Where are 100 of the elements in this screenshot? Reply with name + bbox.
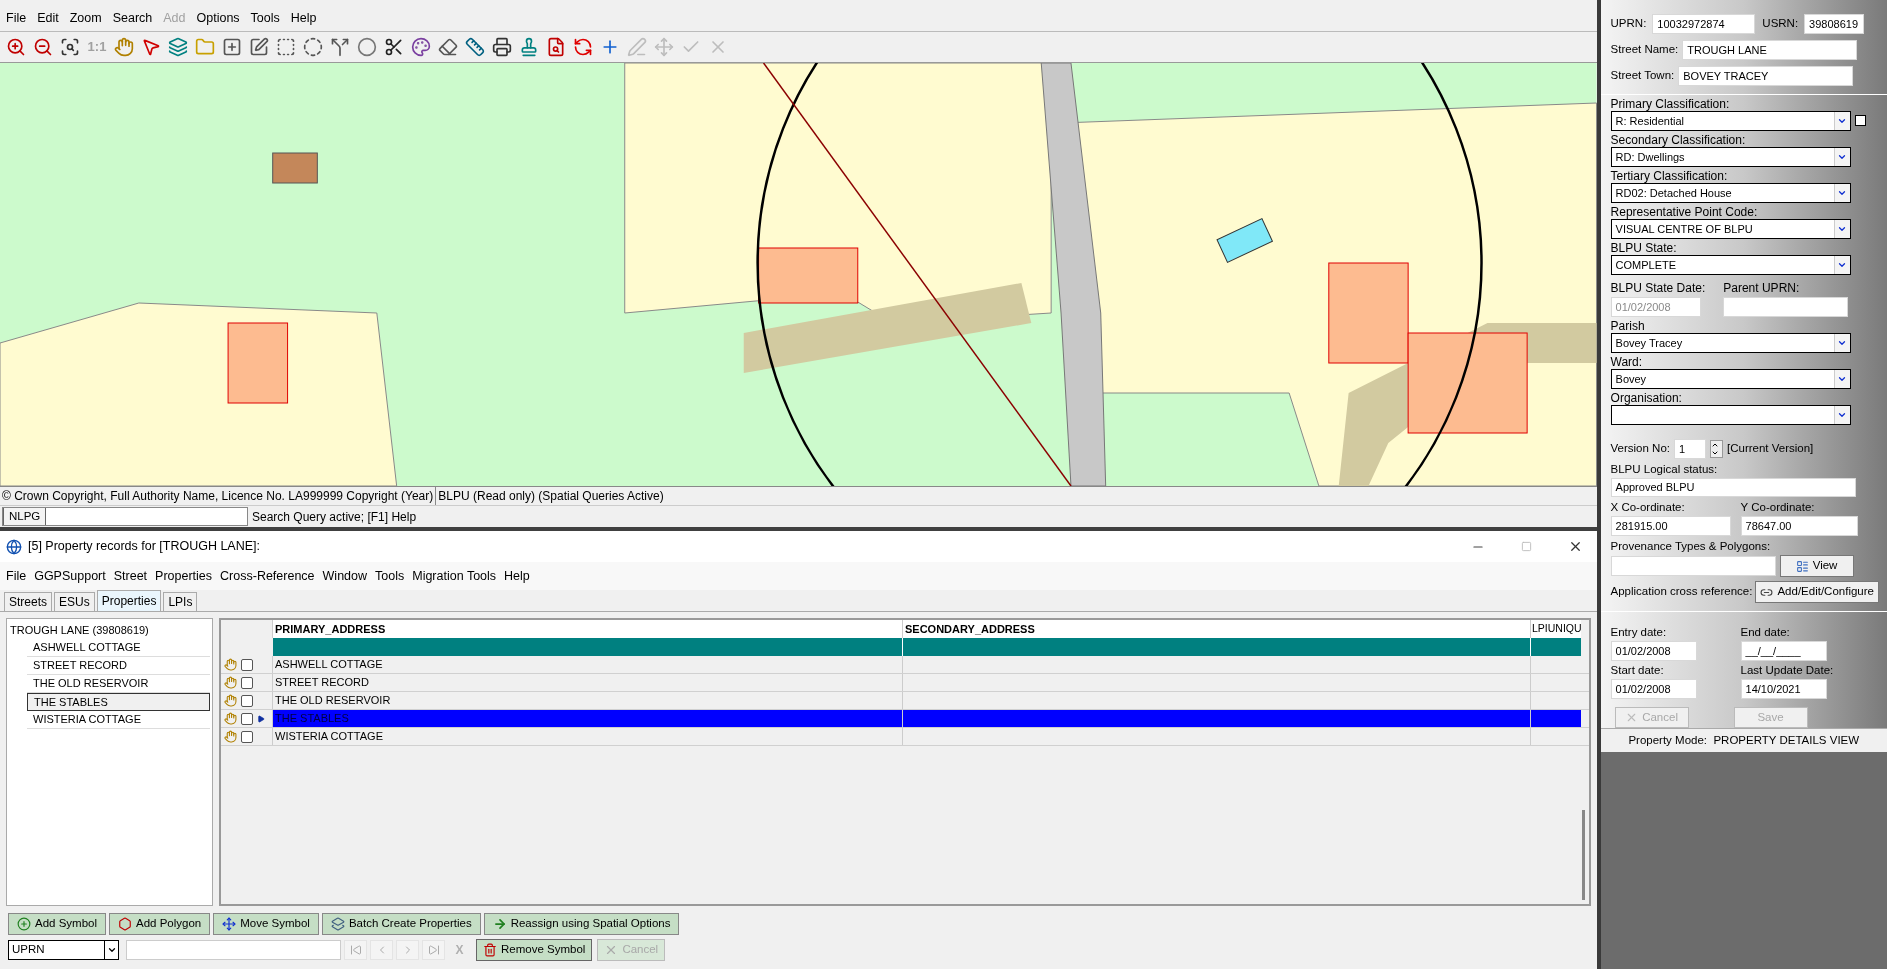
menu-item[interactable]: GGPSupport — [34, 566, 106, 586]
action-button[interactable]: Move Symbol — [213, 913, 319, 935]
column-header[interactable]: LPIUNIQU — [1531, 620, 1581, 638]
table-cell[interactable]: ASHWELL COTTAGE — [273, 656, 903, 673]
action-button[interactable]: Reassign using Spatial Options — [483, 913, 680, 935]
logical-status-field[interactable]: Approved BLPU — [1610, 478, 1856, 497]
parent-uprn-field[interactable] — [1723, 296, 1849, 317]
uprn-field[interactable]: 10032972874 — [1652, 14, 1756, 34]
palette-icon[interactable] — [411, 37, 431, 57]
view-button[interactable]: View — [1779, 555, 1854, 578]
dropdown[interactable]: RD02: Detached House — [1610, 182, 1851, 203]
tab[interactable]: LPIs — [163, 592, 198, 611]
pointer-icon[interactable] — [141, 37, 161, 57]
menu-item[interactable]: Zoom — [69, 9, 102, 28]
menu-item[interactable]: Help — [504, 566, 530, 586]
filter-cell[interactable] — [273, 638, 903, 656]
zoom-extent-icon[interactable] — [60, 37, 80, 57]
print-preview-icon[interactable] — [546, 37, 566, 57]
filter-cell[interactable] — [1531, 638, 1581, 656]
search-field[interactable] — [126, 940, 341, 960]
tree-item[interactable]: TROUGH LANE (39808619) — [7, 621, 212, 639]
tree-item[interactable]: THE STABLES — [27, 693, 210, 711]
table-cell[interactable]: THE OLD RESERVOIR — [273, 692, 903, 709]
refresh-icon[interactable] — [573, 37, 593, 57]
dropdown[interactable]: VISUAL CENTRE OF BLPU — [1610, 218, 1851, 239]
action-button[interactable]: Add Polygon — [109, 913, 211, 935]
circle-icon[interactable] — [357, 37, 377, 57]
printer-icon[interactable] — [492, 37, 512, 57]
menu-item[interactable]: Street — [113, 566, 148, 586]
nlpg-tab[interactable]: NLPG — [3, 507, 47, 525]
checkbox[interactable] — [241, 694, 253, 707]
date-field[interactable]: __/__/____ — [1740, 641, 1827, 662]
y-coordinate-field[interactable]: 78647.00 — [1740, 515, 1858, 536]
date-field[interactable]: 14/10/2021 — [1740, 679, 1827, 700]
usrn-field[interactable]: 39808619 — [1804, 14, 1865, 34]
checkbox[interactable] — [241, 676, 253, 689]
zoom-in-icon[interactable] — [6, 37, 26, 57]
menu-item[interactable]: Properties — [155, 566, 213, 586]
table-cell[interactable] — [1531, 710, 1581, 727]
date-field[interactable]: 01/02/2008 — [1610, 641, 1697, 662]
search-type-dropdown[interactable]: UPRN — [8, 940, 119, 960]
menu-item[interactable]: File — [6, 566, 27, 586]
stamp-icon[interactable] — [519, 37, 539, 57]
column-header[interactable]: SECONDARY_ADDRESS — [903, 620, 1531, 638]
shape-add-icon[interactable] — [222, 37, 242, 57]
menu-item[interactable]: Options — [196, 9, 240, 28]
tree-item[interactable]: ASHWELL COTTAGE — [27, 639, 210, 657]
menu-item[interactable]: Cross-Reference — [220, 566, 315, 586]
checkbox[interactable] — [241, 712, 253, 725]
folder-icon[interactable] — [195, 37, 215, 57]
checkbox[interactable] — [241, 658, 253, 671]
split-icon[interactable] — [330, 37, 350, 57]
globe-icon — [6, 538, 22, 555]
spin-buttons[interactable] — [1710, 439, 1723, 458]
x-coordinate-field[interactable]: 281915.00 — [1610, 515, 1731, 536]
menu-item[interactable]: File — [6, 9, 27, 28]
filter-cell[interactable] — [903, 638, 1531, 656]
scrollbar[interactable] — [1581, 810, 1585, 900]
configure-button[interactable]: Add/Edit/Configure — [1755, 581, 1879, 604]
menu-item[interactable]: Window — [322, 566, 368, 586]
layers-icon[interactable] — [168, 37, 188, 57]
street-town-field[interactable]: BOVEY TRACEY — [1678, 66, 1854, 86]
checkbox[interactable] — [1854, 115, 1866, 127]
dropdown[interactable] — [1610, 404, 1851, 425]
hand-icon[interactable] — [114, 37, 134, 57]
dropdown[interactable]: Bovey Tracey — [1610, 332, 1851, 353]
menu-item[interactable]: Migration Tools — [412, 566, 497, 586]
scissors-icon[interactable] — [384, 37, 404, 57]
table-cell[interactable]: STREET RECORD — [273, 674, 903, 691]
dropdown[interactable]: RD: Dwellings — [1610, 146, 1851, 167]
table-cell[interactable] — [903, 710, 1531, 727]
provenance-field[interactable] — [1610, 556, 1776, 577]
action-button[interactable]: Batch Create Properties — [321, 913, 481, 935]
dropdown[interactable]: COMPLETE — [1610, 254, 1851, 275]
tab[interactable]: Properties — [96, 590, 162, 611]
ruler-icon[interactable] — [465, 37, 485, 57]
dropdown[interactable]: R: Residential — [1610, 110, 1851, 131]
tab[interactable]: Streets — [4, 592, 52, 611]
table-cell[interactable]: WISTERIA COTTAGE — [273, 728, 903, 745]
menu-item[interactable]: Help — [290, 9, 317, 28]
symbol-button[interactable]: Remove Symbol — [476, 939, 593, 961]
dashed-square-icon[interactable] — [276, 37, 296, 57]
tree-item[interactable]: WISTERIA COTTAGE — [27, 711, 210, 729]
menu-item[interactable]: Edit — [37, 9, 59, 28]
column-header[interactable]: PRIMARY_ADDRESS — [273, 620, 903, 638]
tab[interactable]: ESUs — [54, 592, 95, 611]
dashed-circle-icon[interactable] — [303, 37, 323, 57]
street-name-field[interactable]: TROUGH LANE — [1682, 40, 1858, 60]
version-field[interactable]: 1 — [1674, 438, 1706, 459]
menu-item[interactable]: Tools — [250, 9, 280, 28]
menu-item[interactable]: Tools — [375, 566, 405, 586]
zoom-out-icon[interactable] — [33, 37, 53, 57]
action-button[interactable]: Add Symbol — [8, 913, 106, 935]
menu-item[interactable]: Search — [112, 9, 153, 28]
tree-item[interactable]: STREET RECORD — [27, 657, 210, 675]
checkbox[interactable] — [241, 730, 253, 743]
dropdown[interactable]: Bovey — [1610, 368, 1851, 389]
shape-edit-icon[interactable] — [249, 37, 269, 57]
date-field[interactable]: 01/02/2008 — [1610, 679, 1697, 700]
eraser-icon[interactable] — [438, 37, 458, 57]
